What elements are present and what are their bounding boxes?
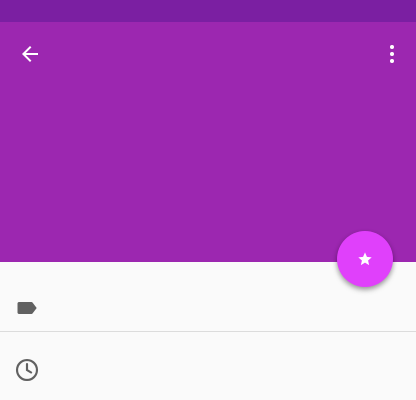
screen <box>0 0 416 400</box>
list-item-label[interactable] <box>0 262 416 332</box>
label-icon-wrapper <box>14 295 40 321</box>
detail-list <box>0 262 416 400</box>
list-item-time[interactable] <box>0 332 416 400</box>
clock-icon-wrapper <box>14 357 40 383</box>
app-bar <box>0 22 416 262</box>
clock-icon <box>15 358 39 382</box>
status-bar <box>0 0 416 22</box>
label-icon <box>17 302 37 314</box>
more-options-button[interactable] <box>372 34 412 74</box>
arrow-back-icon <box>22 46 38 62</box>
more-vert-icon <box>390 45 394 63</box>
back-button[interactable] <box>10 34 50 74</box>
